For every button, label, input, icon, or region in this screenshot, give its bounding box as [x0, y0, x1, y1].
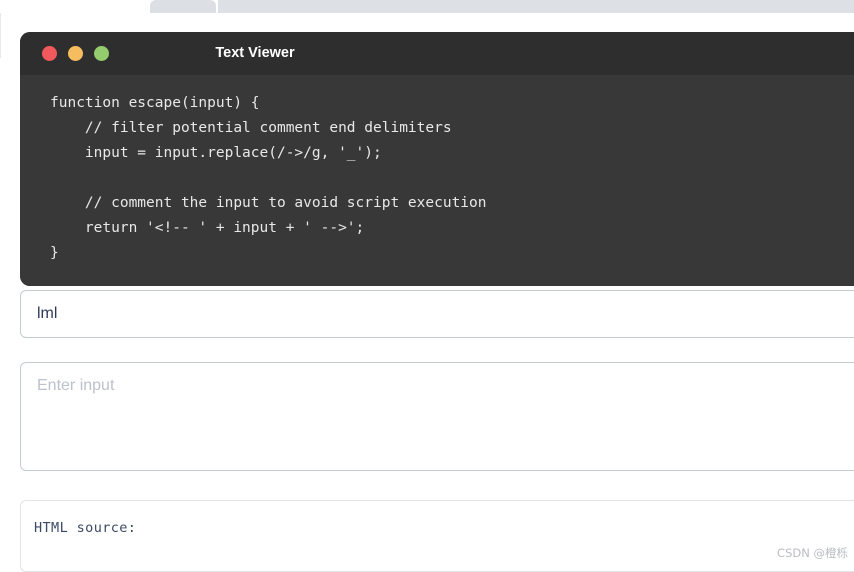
window-title-text: Text Viewer — [215, 45, 295, 61]
code-block: function escape(input) { // filter poten… — [50, 95, 487, 261]
input-textarea[interactable] — [20, 362, 854, 471]
window-titlebar[interactable]: Text Viewer — [20, 32, 854, 75]
browser-chrome-strip — [0, 0, 854, 13]
text-input[interactable] — [20, 290, 854, 338]
browser-address-bar[interactable] — [218, 0, 854, 13]
chrome-divider — [0, 13, 854, 14]
window-title: Text Viewer — [20, 32, 854, 75]
watermark: CSDN @橙栎 — [777, 546, 848, 560]
page-left-rail — [0, 13, 1, 58]
html-source-label: HTML source: — [34, 520, 137, 536]
html-source-panel: HTML source: — [20, 500, 854, 572]
text-viewer-window: Text Viewer function escape(input) { // … — [20, 32, 854, 286]
browser-tab[interactable] — [150, 0, 216, 13]
code-body: function escape(input) { // filter poten… — [20, 75, 854, 286]
